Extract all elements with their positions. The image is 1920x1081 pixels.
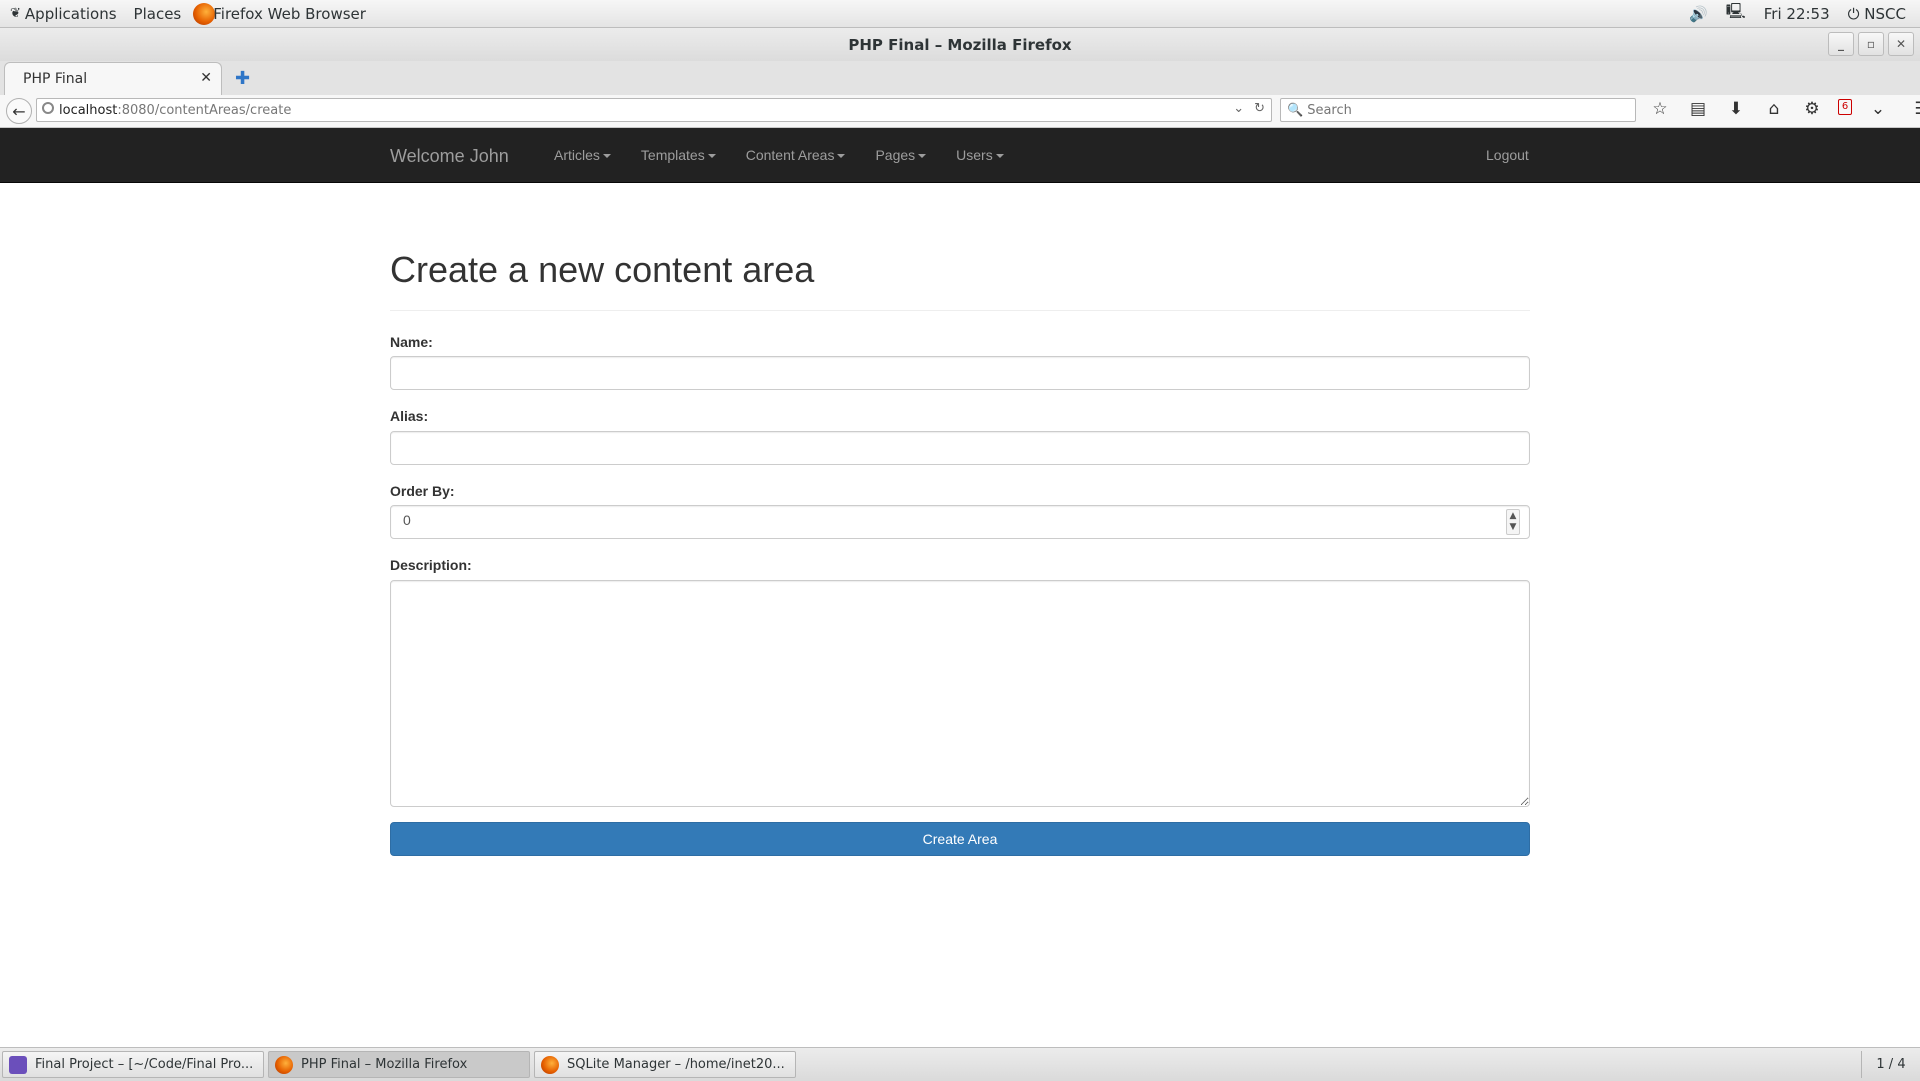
- reading-list-icon[interactable]: ▤: [1686, 99, 1710, 119]
- alias-label: Alias:: [390, 408, 429, 424]
- alias-input[interactable]: [390, 431, 1530, 465]
- search-bar[interactable]: 🔍: [1280, 98, 1636, 122]
- nav-templates[interactable]: Templates: [626, 128, 731, 182]
- order-by-stepper[interactable]: ▲ ▼: [1506, 509, 1520, 535]
- search-icon: 🔍: [1287, 102, 1304, 118]
- close-icon: ✕: [1895, 37, 1907, 51]
- maximize-icon: ▫: [1866, 37, 1876, 51]
- gnome-foot-icon: ❦: [10, 6, 21, 21]
- workspace-indicator[interactable]: 1 / 4: [1861, 1051, 1920, 1078]
- url-bar[interactable]: localhost:8080/contentAreas/create ⌄ ↻: [36, 98, 1272, 122]
- taskbar: Final Project – [~/Code/Final Pro... PHP…: [0, 1047, 1920, 1081]
- firefox-icon: [541, 1055, 559, 1074]
- navbar-brand[interactable]: Welcome John: [390, 146, 509, 167]
- caret-down-icon: [602, 154, 611, 159]
- extension-dropdown-icon[interactable]: ⌄: [1866, 99, 1890, 119]
- tab-strip: PHP Final ✕ ✚: [0, 61, 1920, 96]
- addon-icon[interactable]: ⚙: [1800, 99, 1824, 119]
- downloads-icon[interactable]: ⬇: [1724, 99, 1748, 119]
- close-window-button[interactable]: ✕: [1888, 32, 1914, 56]
- task-sqlite-manager-label: SQLite Manager – /home/inet20...: [567, 1057, 785, 1072]
- nav-templates-label: Templates: [640, 147, 705, 163]
- order-by-label: Order By:: [390, 483, 455, 499]
- minimize-icon: _: [1838, 37, 1844, 51]
- site-info-icon[interactable]: [42, 102, 54, 114]
- panel-status-area: 🔊 🖳 Fri 22:53 ⏻ NSCC: [1689, 1, 1920, 26]
- order-by-value: 0: [403, 512, 411, 528]
- nav-articles[interactable]: Articles: [539, 128, 626, 182]
- page-title: Create a new content area: [390, 249, 815, 290]
- notification-badge[interactable]: 6: [1838, 99, 1852, 115]
- menu-hamburger-icon[interactable]: ☰: [1910, 99, 1920, 119]
- toolbar-icons: ☆ ▤ ⬇ ⌂ ⚙ 6 ⌄ ☰: [1648, 99, 1920, 119]
- title-divider: [390, 310, 1530, 311]
- tab-php-final[interactable]: PHP Final ✕: [4, 62, 222, 95]
- task-sqlite-manager[interactable]: SQLite Manager – /home/inet20...: [534, 1051, 796, 1078]
- back-arrow-icon: ←: [12, 101, 26, 121]
- firefox-icon: [275, 1055, 293, 1074]
- caret-down-icon: [707, 154, 716, 159]
- applications-menu[interactable]: ❦ Applications: [10, 5, 117, 23]
- nav-pages-label: Pages: [875, 147, 916, 163]
- site-navbar: Welcome John Articles Templates Content …: [0, 128, 1920, 183]
- task-php-final[interactable]: PHP Final – Mozilla Firefox: [268, 1051, 530, 1078]
- caret-down-icon: [995, 154, 1004, 159]
- active-app-label: Firefox Web Browser: [213, 4, 366, 23]
- back-button[interactable]: ←: [6, 98, 32, 124]
- window-titlebar[interactable]: PHP Final – Mozilla Firefox _ ▫ ✕: [0, 28, 1920, 61]
- description-label: Description:: [390, 557, 472, 573]
- name-label: Name:: [390, 334, 433, 350]
- page-viewport: Welcome John Articles Templates Content …: [0, 128, 1920, 1047]
- home-icon[interactable]: ⌂: [1762, 99, 1786, 119]
- task-php-final-label: PHP Final – Mozilla Firefox: [301, 1057, 468, 1072]
- user-label: NSCC: [1864, 4, 1906, 23]
- task-final-project[interactable]: Final Project – [~/Code/Final Pro...: [2, 1051, 264, 1078]
- navbar-menu: Articles Templates Content Areas Pages U…: [539, 128, 1019, 182]
- nav-pages[interactable]: Pages: [860, 128, 941, 182]
- order-by-input[interactable]: 0: [390, 505, 1530, 539]
- search-input[interactable]: [1303, 101, 1630, 119]
- nav-content-areas-label: Content Areas: [745, 147, 835, 163]
- firefox-icon: [193, 2, 216, 25]
- stepper-down-icon[interactable]: ▼: [1510, 522, 1517, 533]
- phpstorm-icon: [9, 1055, 27, 1074]
- url-host: localhost: [59, 102, 118, 118]
- url-history-dropdown-icon[interactable]: ⌄: [1233, 101, 1244, 116]
- network-icon[interactable]: 🖳: [1726, 1, 1746, 26]
- window-controls: _ ▫ ✕: [1828, 32, 1914, 56]
- stepper-up-icon[interactable]: ▲: [1510, 511, 1517, 522]
- minimize-button[interactable]: _: [1828, 32, 1854, 56]
- bookmark-star-icon[interactable]: ☆: [1648, 99, 1672, 119]
- applications-label: Applications: [24, 4, 117, 23]
- nav-users[interactable]: Users: [941, 128, 1019, 182]
- volume-icon[interactable]: 🔊: [1689, 5, 1708, 23]
- nav-content-areas[interactable]: Content Areas: [731, 128, 861, 182]
- nav-users-label: Users: [956, 147, 993, 163]
- create-area-button[interactable]: Create Area: [390, 822, 1530, 856]
- user-menu[interactable]: ⏻ NSCC: [1848, 5, 1906, 23]
- caret-down-icon: [837, 154, 846, 159]
- places-label: Places: [133, 4, 182, 23]
- description-textarea[interactable]: [390, 580, 1530, 807]
- reload-icon[interactable]: ↻: [1254, 101, 1265, 116]
- caret-down-icon: [918, 154, 927, 159]
- maximize-button[interactable]: ▫: [1858, 32, 1884, 56]
- task-final-project-label: Final Project – [~/Code/Final Pro...: [35, 1057, 254, 1072]
- url-bar-actions: ⌄ ↻: [1233, 101, 1265, 116]
- top-panel: ❦ Applications Places Firefox Web Browse…: [0, 0, 1920, 28]
- name-input[interactable]: [390, 356, 1530, 390]
- browser-toolbar: ← localhost:8080/contentAreas/create ⌄ ↻…: [0, 95, 1920, 128]
- close-tab-icon[interactable]: ✕: [200, 70, 212, 86]
- new-tab-icon[interactable]: ✚: [235, 68, 250, 89]
- url-path: :8080/contentAreas/create: [117, 102, 292, 118]
- logout-link[interactable]: Logout: [1486, 128, 1529, 182]
- places-menu[interactable]: Places: [134, 5, 182, 23]
- tab-title: PHP Final: [23, 71, 88, 87]
- nav-articles-label: Articles: [554, 147, 600, 163]
- window-title: PHP Final – Mozilla Firefox: [848, 35, 1072, 54]
- active-app-menu[interactable]: Firefox Web Browser: [193, 2, 366, 25]
- power-icon: ⏻: [1847, 4, 1860, 23]
- clock[interactable]: Fri 22:53: [1764, 5, 1830, 23]
